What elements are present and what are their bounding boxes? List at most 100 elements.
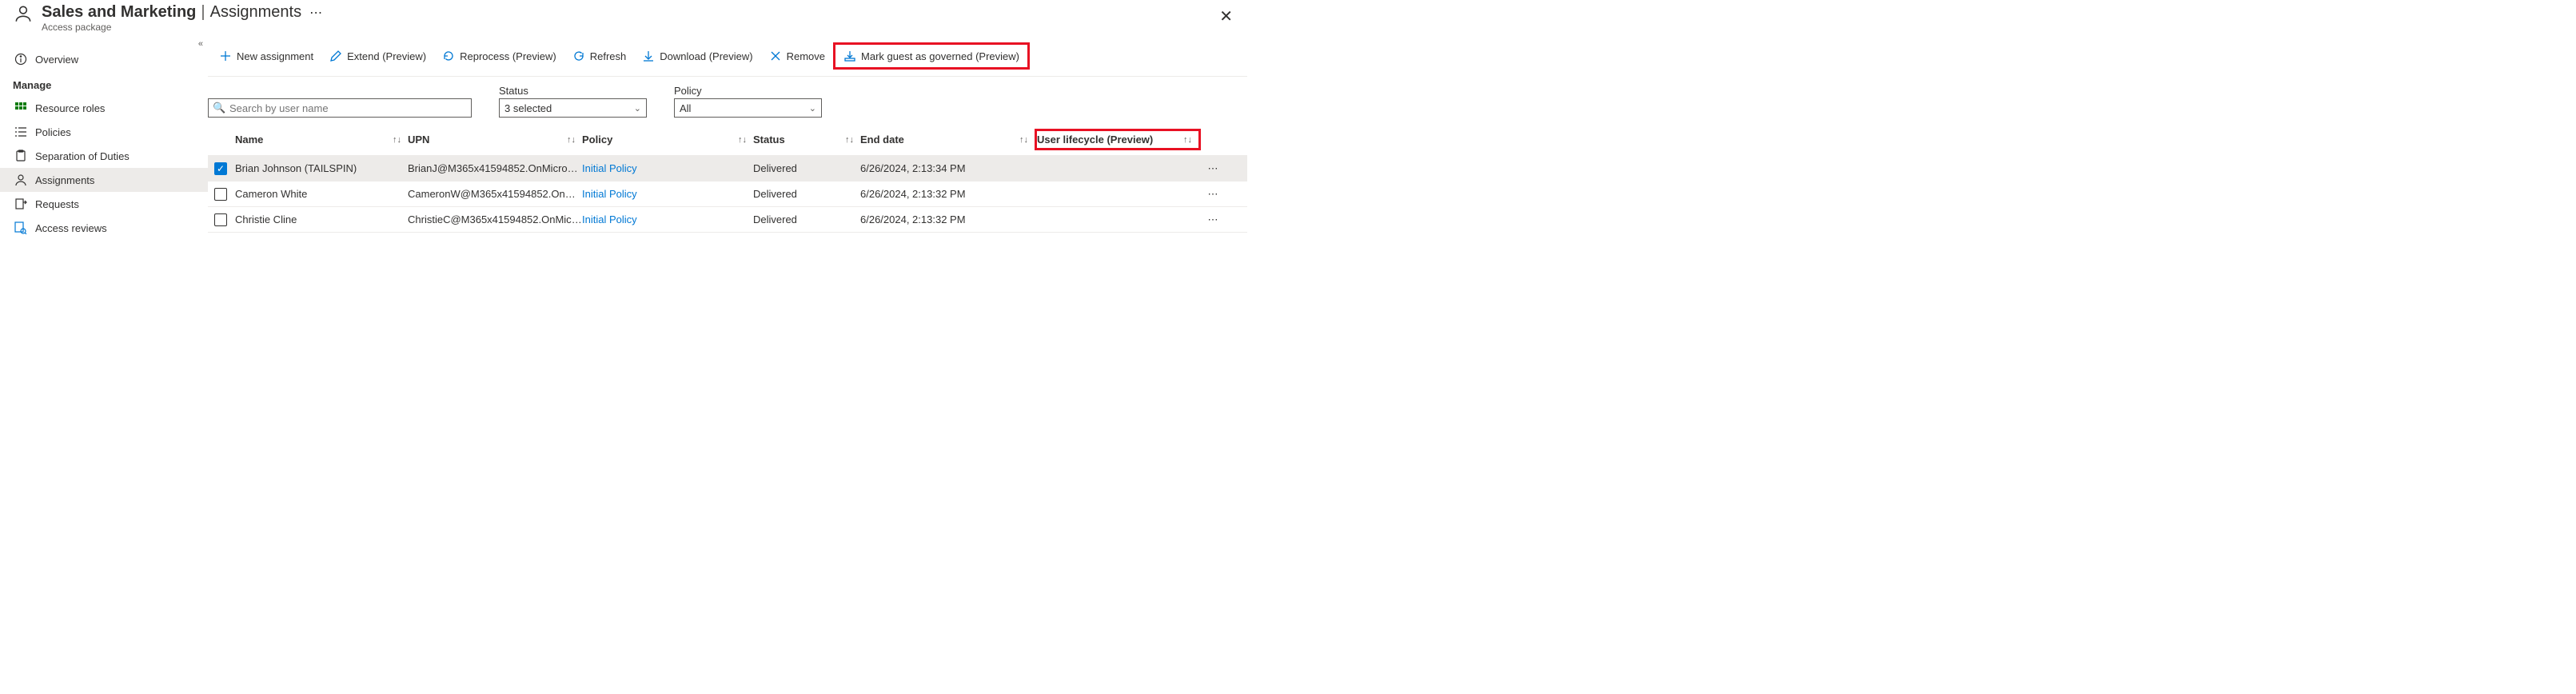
sidebar-section-manage: Manage [0, 71, 208, 96]
command-bar: New assignment Extend (Preview) Reproces… [208, 36, 1247, 77]
sidebar-item-label: Assignments [35, 174, 94, 186]
remove-button[interactable]: Remove [761, 45, 833, 67]
cell-end: 6/26/2024, 2:13:32 PM [860, 213, 966, 225]
row-checkbox[interactable] [214, 213, 227, 226]
sidebar-item-policies[interactable]: Policies [0, 120, 208, 144]
row-more-button[interactable]: ⋯ [1201, 162, 1225, 175]
dropdown-value: 3 selected [504, 102, 552, 114]
cell-policy-link[interactable]: Initial Policy [582, 213, 637, 225]
page-subtitle: Access package [42, 22, 1205, 33]
search-input[interactable] [208, 98, 472, 118]
cell-status: Delivered [753, 162, 797, 174]
cell-name: Christie Cline [235, 213, 297, 225]
grid-icon [14, 102, 27, 114]
cell-upn: ChristieC@M365x41594852.OnMicr… [408, 213, 582, 225]
dropdown-value: All [680, 102, 691, 114]
sort-icon[interactable]: ↑↓ [567, 135, 576, 145]
row-checkbox[interactable] [214, 188, 227, 201]
pencil-icon [329, 50, 342, 62]
table-row[interactable]: Brian Johnson (TAILSPIN) BrianJ@M365x415… [208, 156, 1247, 181]
col-header-end[interactable]: End date [860, 134, 904, 146]
download-icon [642, 50, 655, 62]
row-checkbox[interactable] [214, 162, 227, 175]
col-header-name[interactable]: Name [235, 134, 263, 146]
page-title-main: Sales and Marketing [42, 3, 196, 22]
clipboard-icon [14, 150, 27, 162]
button-label: Refresh [590, 50, 627, 62]
extend-button[interactable]: Extend (Preview) [321, 45, 434, 67]
sidebar-item-label: Access reviews [35, 222, 107, 234]
table-header: Name ↑↓ UPN ↑↓ Policy ↑↓ Status ↑↓ End date ↑… [208, 124, 1247, 156]
button-label: Extend (Preview) [347, 50, 426, 62]
sidebar-item-label: Resource roles [35, 102, 105, 114]
search-icon: 🔍 [213, 102, 225, 114]
status-filter-label: Status [499, 85, 647, 97]
sidebar-item-requests[interactable]: Requests [0, 192, 208, 216]
cell-policy-link[interactable]: Initial Policy [582, 162, 637, 174]
chevron-down-icon: ⌄ [809, 103, 816, 114]
sort-icon[interactable]: ↑↓ [1183, 135, 1192, 145]
button-label: New assignment [237, 50, 313, 62]
cell-status: Delivered [753, 188, 797, 200]
remove-icon [769, 50, 782, 62]
sidebar-item-resource-roles[interactable]: Resource roles [0, 96, 208, 120]
sort-icon[interactable]: ↑↓ [1019, 135, 1028, 145]
plus-icon [219, 50, 232, 62]
col-header-status[interactable]: Status [753, 134, 785, 146]
assignments-table: Name ↑↓ UPN ↑↓ Policy ↑↓ Status ↑↓ End date ↑… [208, 124, 1247, 233]
filter-bar: 🔍 Status 3 selected ⌄ Policy All ⌄ [208, 77, 1247, 124]
sidebar-item-label: Requests [35, 198, 79, 210]
cell-upn: BrianJ@M365x41594852.OnMicros… [408, 162, 582, 174]
collapse-sidebar-button[interactable]: « [198, 39, 203, 49]
status-filter-dropdown[interactable]: 3 selected ⌄ [499, 98, 647, 118]
button-label: Mark guest as governed (Preview) [861, 50, 1019, 62]
table-row[interactable]: Cameron White CameronW@M365x41594852.OnM… [208, 181, 1247, 207]
refresh-icon [572, 50, 585, 62]
sidebar: « Overview Manage Resource roles Policie… [0, 36, 208, 240]
sidebar-item-access-reviews[interactable]: Access reviews [0, 216, 208, 240]
table-row[interactable]: Christie Cline ChristieC@M365x41594852.O… [208, 207, 1247, 233]
checklist-search-icon [14, 221, 27, 234]
cell-end: 6/26/2024, 2:13:34 PM [860, 162, 966, 174]
col-header-upn[interactable]: UPN [408, 134, 429, 146]
title-separator: | [201, 3, 205, 22]
row-more-button[interactable]: ⋯ [1201, 188, 1225, 201]
cell-name: Brian Johnson (TAILSPIN) [235, 162, 357, 174]
person-icon [14, 174, 27, 186]
cell-name: Cameron White [235, 188, 307, 200]
reprocess-button[interactable]: Reprocess (Preview) [434, 45, 564, 67]
button-label: Reprocess (Preview) [460, 50, 556, 62]
export-icon [14, 197, 27, 210]
button-label: Download (Preview) [660, 50, 752, 62]
sidebar-item-assignments[interactable]: Assignments [0, 168, 208, 192]
policy-filter-label: Policy [674, 85, 822, 97]
chevron-down-icon: ⌄ [634, 103, 641, 114]
list-icon [14, 126, 27, 138]
sidebar-item-label: Overview [35, 54, 78, 66]
page-header: Sales and Marketing | Assignments ⋯ Acce… [0, 0, 1247, 36]
row-more-button[interactable]: ⋯ [1201, 213, 1225, 226]
sort-icon[interactable]: ↑↓ [738, 135, 747, 145]
cell-upn: CameronW@M365x41594852.OnM… [408, 188, 582, 200]
mark-governed-button[interactable]: Mark guest as governed (Preview) [833, 42, 1030, 70]
sort-icon[interactable]: ↑↓ [393, 135, 401, 145]
sidebar-item-overview[interactable]: Overview [0, 47, 208, 71]
policy-filter-dropdown[interactable]: All ⌄ [674, 98, 822, 118]
info-icon [14, 53, 27, 66]
new-assignment-button[interactable]: New assignment [211, 45, 321, 67]
cell-status: Delivered [753, 213, 797, 225]
sort-icon[interactable]: ↑↓ [845, 135, 854, 145]
col-header-policy[interactable]: Policy [582, 134, 612, 146]
cell-end: 6/26/2024, 2:13:32 PM [860, 188, 966, 200]
close-button[interactable]: ✕ [1213, 3, 1239, 30]
col-header-lifecycle[interactable]: User lifecycle (Preview) [1037, 134, 1153, 146]
refresh-button[interactable]: Refresh [564, 45, 635, 67]
download-box-icon [843, 50, 856, 62]
sidebar-item-separation[interactable]: Separation of Duties [0, 144, 208, 168]
cell-policy-link[interactable]: Initial Policy [582, 188, 637, 200]
title-more-button[interactable]: ⋯ [306, 5, 325, 21]
download-button[interactable]: Download (Preview) [634, 45, 760, 67]
access-package-icon [13, 3, 34, 24]
button-label: Remove [787, 50, 825, 62]
sidebar-item-label: Separation of Duties [35, 150, 130, 162]
